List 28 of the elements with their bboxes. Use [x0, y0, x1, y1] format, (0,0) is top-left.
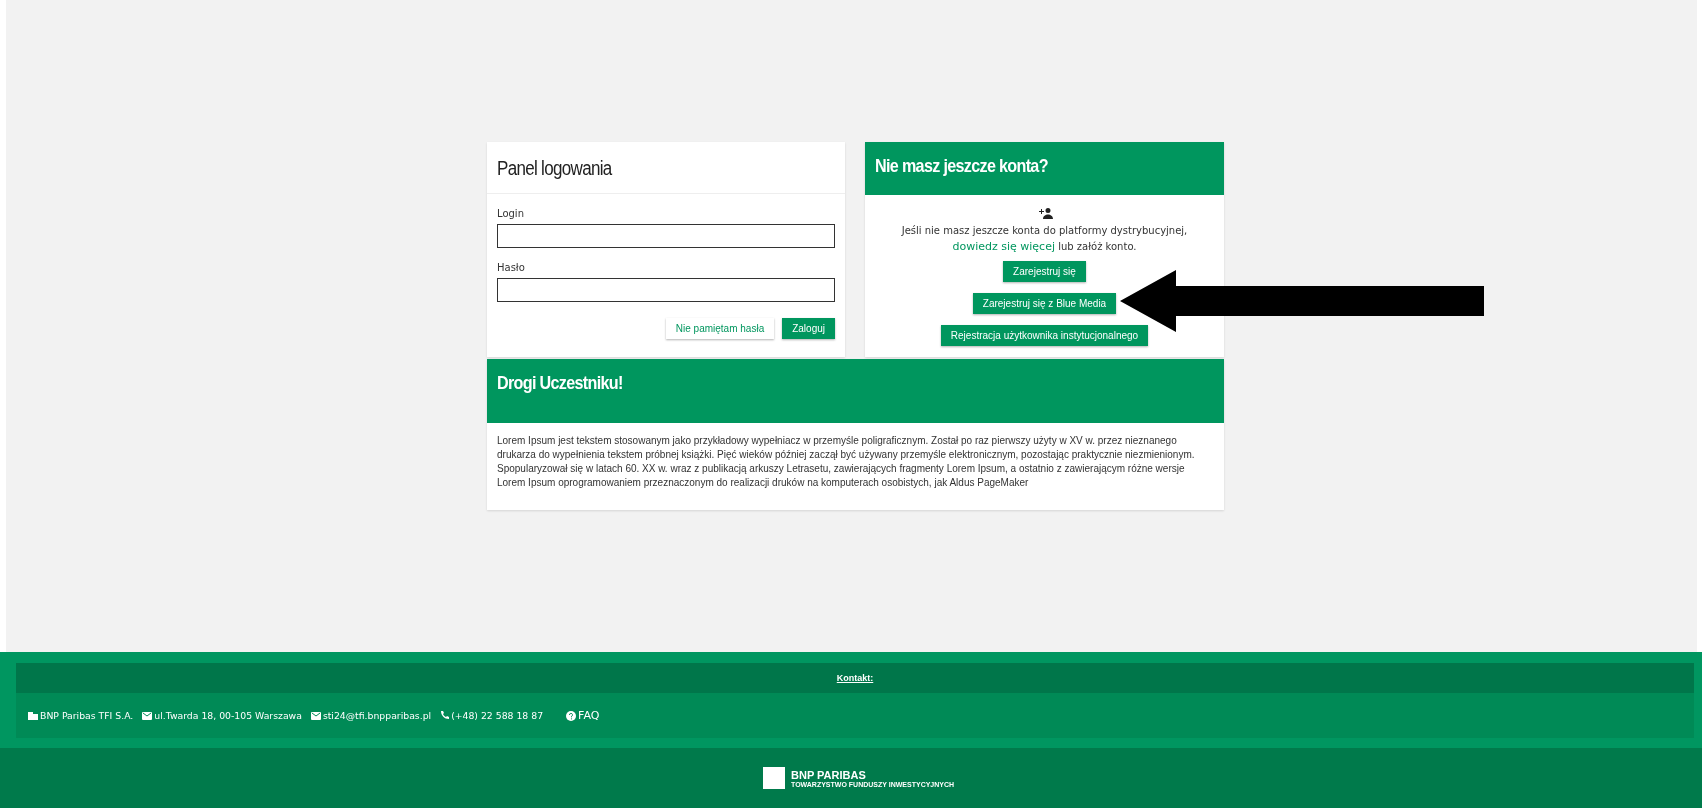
field-label: Login [497, 208, 525, 219]
register-button[interactable]: Rejestracja użytkownika instytucjonalnego [940, 325, 1149, 346]
contact-text: BNP Paribas TFI S.A. [40, 710, 134, 721]
contact-text: ul.Twarda 18, 00-105 Warszawa [154, 710, 302, 721]
help-icon [566, 710, 577, 721]
register-button[interactable]: Zarejestruj się [1003, 261, 1086, 282]
learn-more-link[interactable]: dowiedz się więcej [952, 240, 1055, 253]
input-field[interactable] [497, 224, 835, 248]
forgot-password-button[interactable]: Nie pamiętam hasła [665, 318, 775, 339]
add-user-icon [1036, 207, 1053, 219]
contact-text: sti24@tfi.bnpparibas.pl [322, 710, 432, 721]
envelope-icon [142, 711, 153, 720]
envelope-icon [310, 711, 321, 720]
notice-text: Lorem Ipsum jest tekstem stosowanym jako przykładowy wypełniacz w przemyśle poligraficznym. Został po raz pierwszy użyty w XV w. przez nieznanego drukarza do wypełnienia tekstem próbnej książki. Pięć wieków później zaczął być używany przemyśle elektronicznym, pozostając praktycznie niezmienionym. Spopularyzował się w latach 60. XX w. wraz z publikacją arkuszy Letrasetu, zawierających fragmenty Lorem Ipsum, a ostatnio z zawierającym różne wersje Lorem Ipsum oprogramowaniem przeznaczonym do realizacji druków na komputerach osobistych, jak Aldus PageMaker [496, 434, 1196, 490]
phone-icon [440, 711, 450, 720]
panel-title: Nie masz jeszcze konta? [875, 155, 1049, 177]
logo-name: BNP PARIBAS [791, 768, 867, 781]
faq-link[interactable]: FAQ [578, 709, 600, 722]
input-field[interactable] [497, 278, 835, 302]
panel-title: Panel logowania [497, 157, 613, 180]
login-button[interactable]: Zaloguj [782, 318, 835, 339]
contact-heading: Kontakt: [836, 673, 874, 683]
panel-title: Drogi Uczestniku! [497, 372, 624, 394]
info-text: Jeśli nie masz jeszcze konta do platformy dystrybucyjnej, dowiedz się więcej lub załóż konto. [901, 224, 1188, 255]
field-label: Hasło [497, 262, 526, 273]
logo-icon [763, 767, 785, 789]
register-button[interactable]: Zarejestruj się z Blue Media [972, 293, 1117, 314]
contact-text: (+48) 22 588 18 87 [451, 710, 544, 721]
